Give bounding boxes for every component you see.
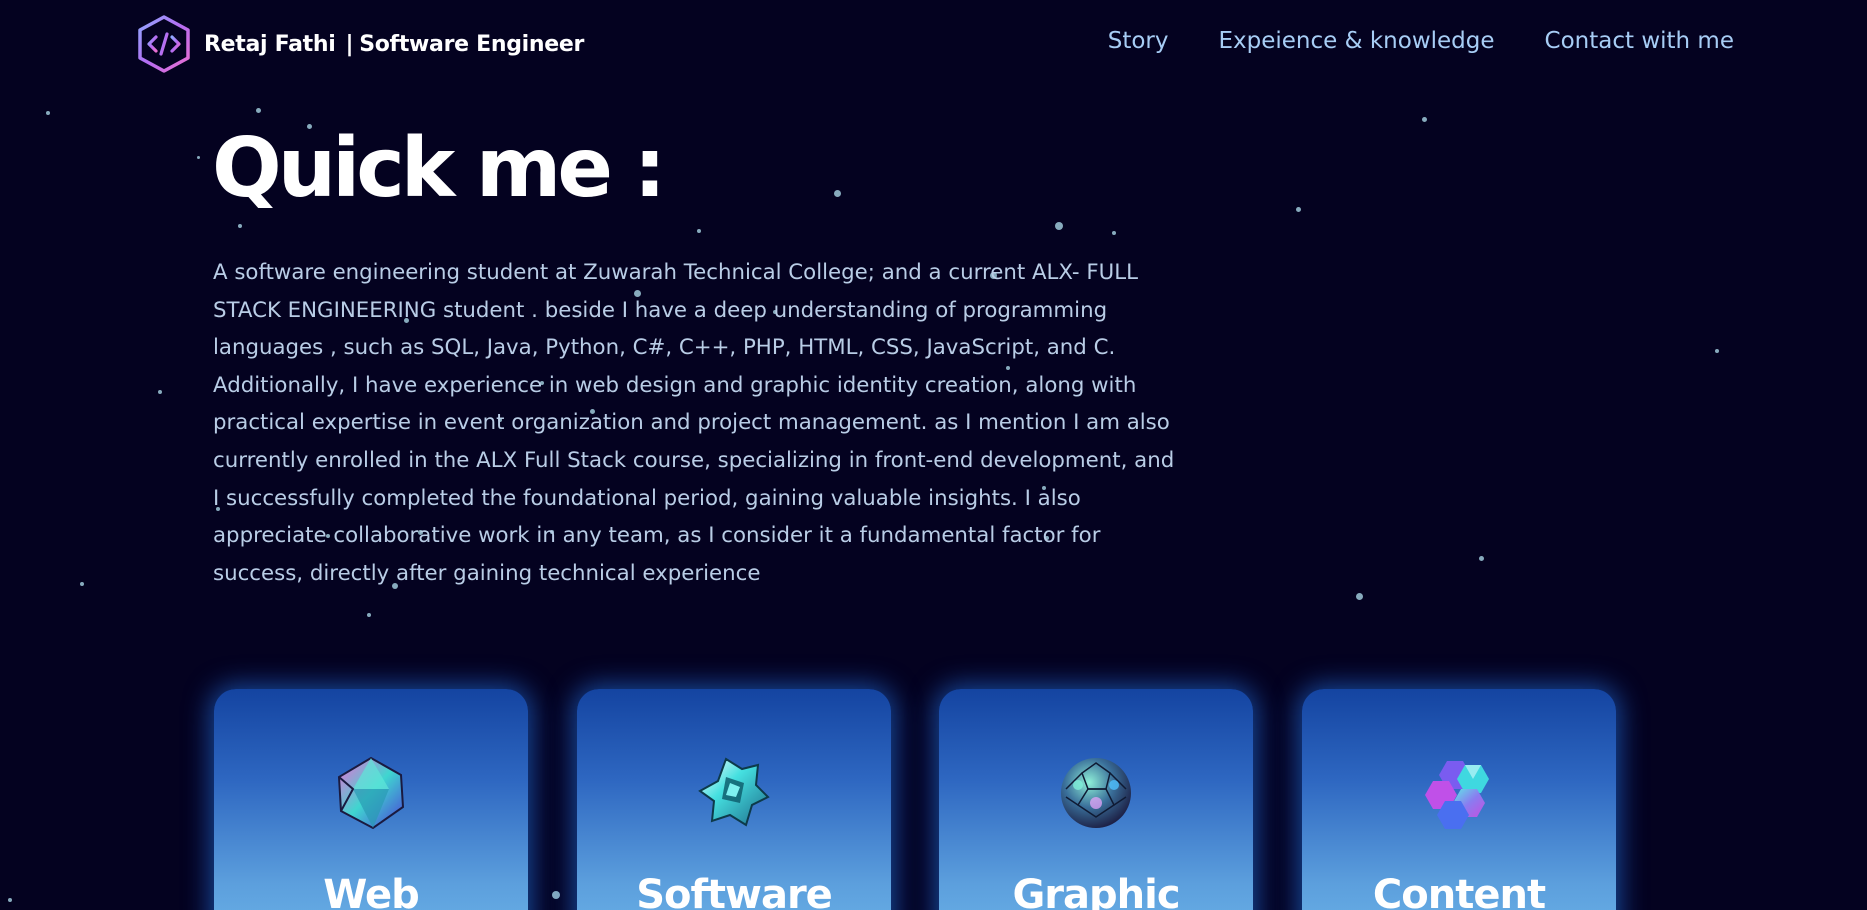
crystal-sphere-icon bbox=[1061, 758, 1131, 828]
card-title: Web bbox=[323, 872, 419, 910]
card-graphic[interactable]: Graphic bbox=[939, 689, 1253, 910]
crystal-star-icon bbox=[698, 757, 770, 827]
crystal-icosahedron-icon bbox=[337, 756, 405, 830]
skills-cards: Web Software Graphic Content bbox=[0, 0, 1867, 910]
card-software[interactable]: Software bbox=[577, 689, 891, 910]
card-web[interactable]: Web bbox=[214, 689, 528, 910]
crystal-cluster-icon bbox=[1425, 761, 1489, 829]
card-title: Software bbox=[636, 872, 833, 910]
card-content[interactable]: Content bbox=[1302, 689, 1616, 910]
card-title: Graphic bbox=[1012, 872, 1180, 910]
portfolio-page: Retaj Fathi | Software Engineer Story Expe… bbox=[0, 0, 1867, 910]
card-title: Content bbox=[1372, 872, 1546, 910]
